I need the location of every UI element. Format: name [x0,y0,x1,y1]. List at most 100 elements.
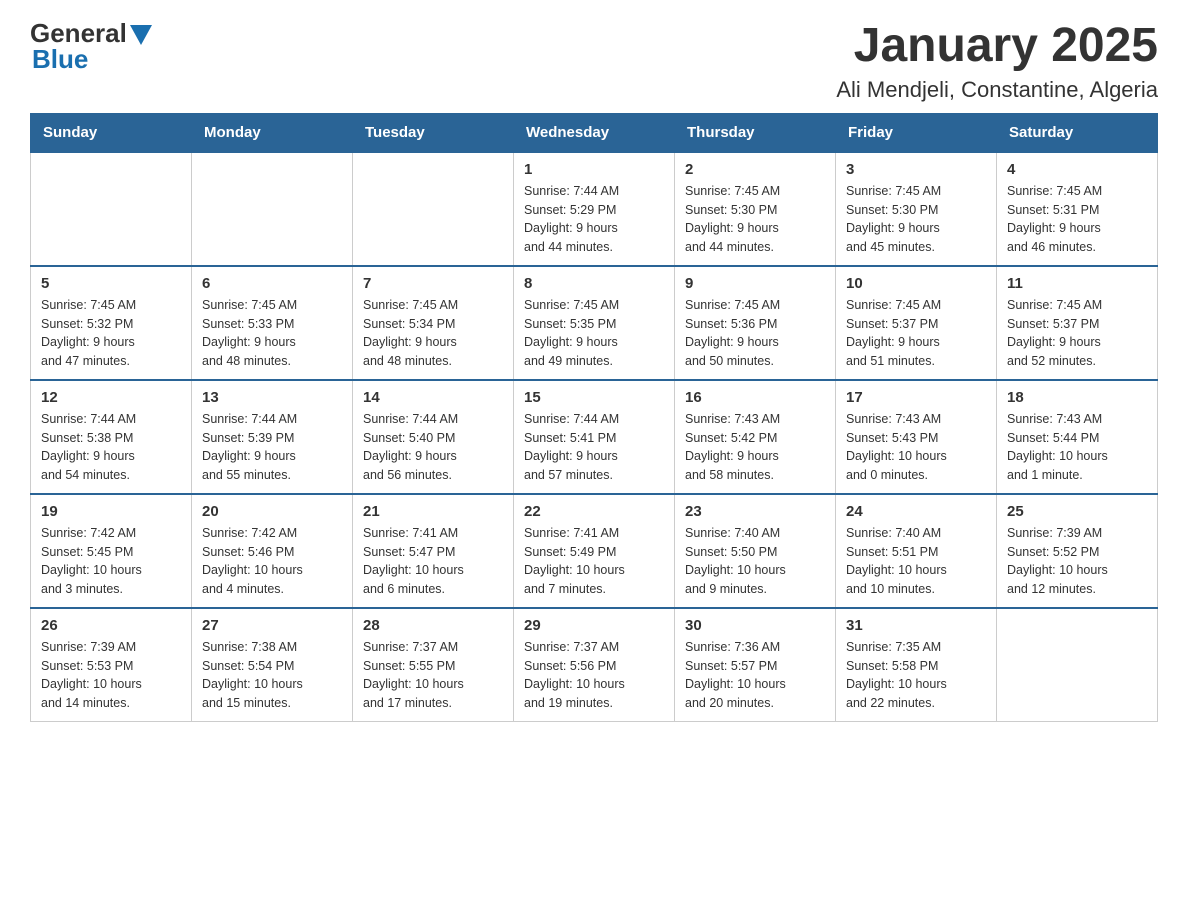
calendar-cell: 19 Sunrise: 7:42 AMSunset: 5:45 PMDayligh… [31,494,192,608]
day-number: 13 [202,389,342,406]
day-info: Sunrise: 7:45 AMSunset: 5:31 PMDaylight:… [1007,182,1147,257]
calendar-cell: 13 Sunrise: 7:44 AMSunset: 5:39 PMDayligh… [192,380,353,494]
calendar-cell: 24 Sunrise: 7:40 AMSunset: 5:51 PMDayligh… [836,494,997,608]
page-header: General Blue January 2025 Ali Mendjeli, … [30,20,1158,103]
calendar-week-1: 1 Sunrise: 7:44 AMSunset: 5:29 PMDaylight… [31,152,1158,266]
day-info: Sunrise: 7:36 AMSunset: 5:57 PMDaylight:… [685,638,825,713]
day-info: Sunrise: 7:43 AMSunset: 5:44 PMDaylight:… [1007,410,1147,485]
day-info: Sunrise: 7:35 AMSunset: 5:58 PMDaylight:… [846,638,986,713]
day-number: 24 [846,503,986,520]
day-info: Sunrise: 7:41 AMSunset: 5:47 PMDaylight:… [363,524,503,599]
day-info: Sunrise: 7:45 AMSunset: 5:30 PMDaylight:… [846,182,986,257]
calendar-cell: 16Sunrise: 7:43 AMSunset: 5:42 PMDayligh… [675,380,836,494]
day-number: 15 [524,389,664,406]
day-info: Sunrise: 7:45 AMSunset: 5:30 PMDaylight:… [685,182,825,257]
day-info: Sunrise: 7:43 AMSunset: 5:42 PMDaylight:… [685,410,825,485]
calendar-header-row: SundayMondayTuesdayWednesdayThursdayFrid… [31,113,1158,152]
day-header-wednesday: Wednesday [514,113,675,152]
day-header-sunday: Sunday [31,113,192,152]
calendar-cell: 29Sunrise: 7:37 AMSunset: 5:56 PMDayligh… [514,608,675,722]
day-number: 3 [846,161,986,178]
calendar-week-5: 26Sunrise: 7:39 AMSunset: 5:53 PMDayligh… [31,608,1158,722]
day-info: Sunrise: 7:41 AMSunset: 5:49 PMDaylight:… [524,524,664,599]
calendar-cell: 25 Sunrise: 7:39 AMSunset: 5:52 PMDayligh… [997,494,1158,608]
day-number: 5 [41,275,181,292]
calendar-cell: 2 Sunrise: 7:45 AMSunset: 5:30 PMDaylight… [675,152,836,266]
logo: General Blue [30,20,152,72]
day-number: 23 [685,503,825,520]
logo-triangle-icon [130,25,152,45]
day-number: 11 [1007,275,1147,292]
logo-blue-text: Blue [32,44,88,74]
day-info: Sunrise: 7:44 AMSunset: 5:39 PMDaylight:… [202,410,342,485]
calendar-cell: 4 Sunrise: 7:45 AMSunset: 5:31 PMDaylight… [997,152,1158,266]
day-number: 18 [1007,389,1147,406]
day-info: Sunrise: 7:42 AMSunset: 5:45 PMDaylight:… [41,524,181,599]
day-number: 19 [41,503,181,520]
calendar-cell: 3 Sunrise: 7:45 AMSunset: 5:30 PMDaylight… [836,152,997,266]
day-number: 22 [524,503,664,520]
day-number: 27 [202,617,342,634]
day-number: 2 [685,161,825,178]
day-info: Sunrise: 7:40 AMSunset: 5:50 PMDaylight:… [685,524,825,599]
calendar-cell: 27 Sunrise: 7:38 AMSunset: 5:54 PMDayligh… [192,608,353,722]
calendar-cell [192,152,353,266]
calendar-cell: 30 Sunrise: 7:36 AMSunset: 5:57 PMDayligh… [675,608,836,722]
day-info: Sunrise: 7:44 AMSunset: 5:40 PMDaylight:… [363,410,503,485]
day-number: 31 [846,617,986,634]
day-number: 1 [524,161,664,178]
day-number: 14 [363,389,503,406]
day-info: Sunrise: 7:38 AMSunset: 5:54 PMDaylight:… [202,638,342,713]
page-subtitle: Ali Mendjeli, Constantine, Algeria [836,77,1158,103]
day-info: Sunrise: 7:37 AMSunset: 5:55 PMDaylight:… [363,638,503,713]
calendar-cell: 22 Sunrise: 7:41 AMSunset: 5:49 PMDayligh… [514,494,675,608]
calendar-cell: 17Sunrise: 7:43 AMSunset: 5:43 PMDayligh… [836,380,997,494]
day-info: Sunrise: 7:44 AMSunset: 5:41 PMDaylight:… [524,410,664,485]
day-info: Sunrise: 7:42 AMSunset: 5:46 PMDaylight:… [202,524,342,599]
day-info: Sunrise: 7:45 AMSunset: 5:36 PMDaylight:… [685,296,825,371]
calendar-cell: 11Sunrise: 7:45 AMSunset: 5:37 PMDayligh… [997,266,1158,380]
calendar-cell: 1 Sunrise: 7:44 AMSunset: 5:29 PMDaylight… [514,152,675,266]
calendar-cell: 6 Sunrise: 7:45 AMSunset: 5:33 PMDaylight… [192,266,353,380]
day-header-friday: Friday [836,113,997,152]
day-header-monday: Monday [192,113,353,152]
calendar-cell [31,152,192,266]
day-number: 20 [202,503,342,520]
calendar-week-2: 5 Sunrise: 7:45 AMSunset: 5:32 PMDaylight… [31,266,1158,380]
calendar-cell: 10 Sunrise: 7:45 AMSunset: 5:37 PMDayligh… [836,266,997,380]
calendar-week-4: 19 Sunrise: 7:42 AMSunset: 5:45 PMDayligh… [31,494,1158,608]
day-info: Sunrise: 7:44 AMSunset: 5:29 PMDaylight:… [524,182,664,257]
day-info: Sunrise: 7:39 AMSunset: 5:52 PMDaylight:… [1007,524,1147,599]
calendar-cell: 28 Sunrise: 7:37 AMSunset: 5:55 PMDayligh… [353,608,514,722]
day-number: 4 [1007,161,1147,178]
calendar-cell: 9 Sunrise: 7:45 AMSunset: 5:36 PMDaylight… [675,266,836,380]
day-number: 28 [363,617,503,634]
calendar-cell: 5 Sunrise: 7:45 AMSunset: 5:32 PMDaylight… [31,266,192,380]
day-number: 30 [685,617,825,634]
title-block: January 2025 Ali Mendjeli, Constantine, … [836,20,1158,103]
day-info: Sunrise: 7:45 AMSunset: 5:37 PMDaylight:… [846,296,986,371]
day-info: Sunrise: 7:40 AMSunset: 5:51 PMDaylight:… [846,524,986,599]
day-number: 6 [202,275,342,292]
day-header-saturday: Saturday [997,113,1158,152]
day-info: Sunrise: 7:39 AMSunset: 5:53 PMDaylight:… [41,638,181,713]
day-number: 9 [685,275,825,292]
day-header-tuesday: Tuesday [353,113,514,152]
calendar-cell: 18 Sunrise: 7:43 AMSunset: 5:44 PMDayligh… [997,380,1158,494]
calendar-cell: 23 Sunrise: 7:40 AMSunset: 5:50 PMDayligh… [675,494,836,608]
day-number: 17 [846,389,986,406]
day-info: Sunrise: 7:45 AMSunset: 5:33 PMDaylight:… [202,296,342,371]
day-number: 10 [846,275,986,292]
calendar-cell: 8Sunrise: 7:45 AMSunset: 5:35 PMDaylight… [514,266,675,380]
calendar-cell: 26Sunrise: 7:39 AMSunset: 5:53 PMDayligh… [31,608,192,722]
day-info: Sunrise: 7:45 AMSunset: 5:34 PMDaylight:… [363,296,503,371]
day-header-thursday: Thursday [675,113,836,152]
calendar-cell [353,152,514,266]
day-info: Sunrise: 7:45 AMSunset: 5:32 PMDaylight:… [41,296,181,371]
calendar-cell: 20 Sunrise: 7:42 AMSunset: 5:46 PMDayligh… [192,494,353,608]
calendar-cell: 31 Sunrise: 7:35 AMSunset: 5:58 PMDayligh… [836,608,997,722]
calendar-table: SundayMondayTuesdayWednesdayThursdayFrid… [30,113,1158,722]
calendar-cell: 14 Sunrise: 7:44 AMSunset: 5:40 PMDayligh… [353,380,514,494]
day-info: Sunrise: 7:37 AMSunset: 5:56 PMDaylight:… [524,638,664,713]
day-number: 25 [1007,503,1147,520]
